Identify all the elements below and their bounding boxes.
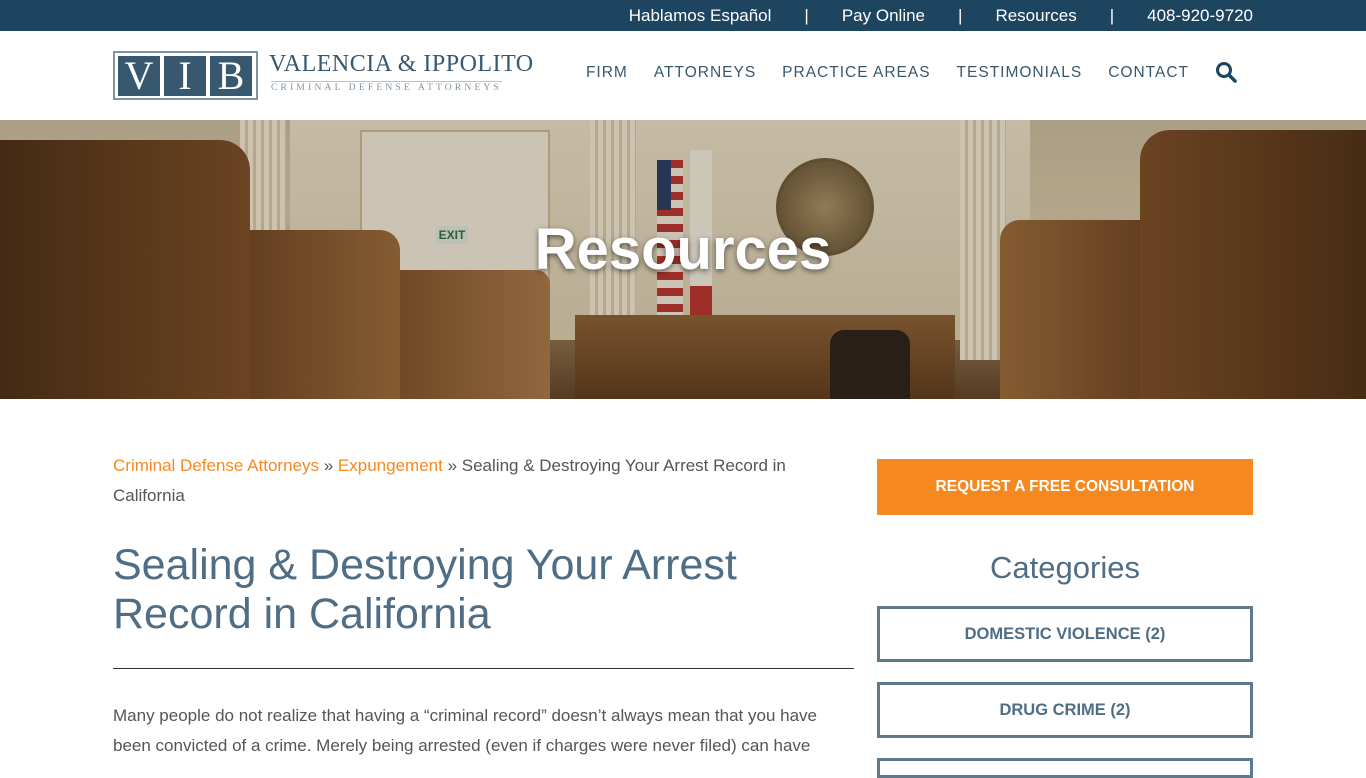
nav-item-practice-areas[interactable]: PRACTICE AREAS [782,64,930,82]
page-title: Sealing & Destroying Your Arrest Record … [113,541,737,638]
breadcrumb-link-expungement[interactable]: Expungement [338,456,443,475]
category-button-domestic-violence[interactable]: DOMESTIC VIOLENCE (2) [877,606,1253,662]
spanish-link[interactable]: Hablamos Español [629,6,772,26]
separator: | [804,5,809,25]
breadcrumb: Criminal Defense Attorneys » Expungement… [113,451,833,511]
logo-letter: I [164,56,206,96]
breadcrumb-separator: » [323,456,334,475]
hero-title: Resources [534,217,832,282]
site-header: V I B VALENCIA & IPPOLITO CRIMINAL DEFEN… [0,31,1366,120]
resources-link[interactable]: Resources [995,6,1076,26]
logo-firm-name: VALENCIA & IPPOLITO [269,51,534,77]
search-icon[interactable] [1214,60,1238,84]
category-button-partial[interactable] [877,758,1253,778]
request-consultation-button[interactable]: REQUEST A FREE CONSULTATION [877,459,1253,515]
separator: | [1109,5,1115,25]
logo-letter: V [118,56,160,96]
article-intro: Many people do not realize that having a… [113,706,817,755]
separator: | [958,5,963,25]
nav-item-firm[interactable]: FIRM [586,64,628,82]
top-utility-bar: Hablamos Español | Pay Online | Resource… [0,0,1366,31]
category-button-drug-crime[interactable]: DRUG CRIME (2) [877,682,1253,738]
categories-heading: Categories [990,550,1140,585]
logo-tagline: CRIMINAL DEFENSE ATTORNEYS [271,81,502,93]
utility-links: Hablamos Español | Pay Online | Resource… [629,0,1253,31]
breadcrumb-link-home[interactable]: Criminal Defense Attorneys [113,456,319,475]
nav-item-contact[interactable]: CONTACT [1108,64,1189,82]
breadcrumb-separator: » [447,456,458,475]
nav-item-testimonials[interactable]: TESTIMONIALS [957,64,1083,82]
title-divider [113,668,854,669]
phone-link[interactable]: 408-920-9720 [1147,6,1253,26]
main-nav: FIRM ATTORNEYS PRACTICE AREAS TESTIMONIA… [586,64,1189,82]
hero-banner: EXIT Resources [0,120,1366,399]
site-logo[interactable]: V I B VALENCIA & IPPOLITO CRIMINAL DEFEN… [113,51,533,101]
pay-online-link[interactable]: Pay Online [842,6,925,26]
nav-item-attorneys[interactable]: ATTORNEYS [654,64,756,82]
logo-monogram: V I B [113,51,258,100]
logo-letter: B [210,56,252,96]
